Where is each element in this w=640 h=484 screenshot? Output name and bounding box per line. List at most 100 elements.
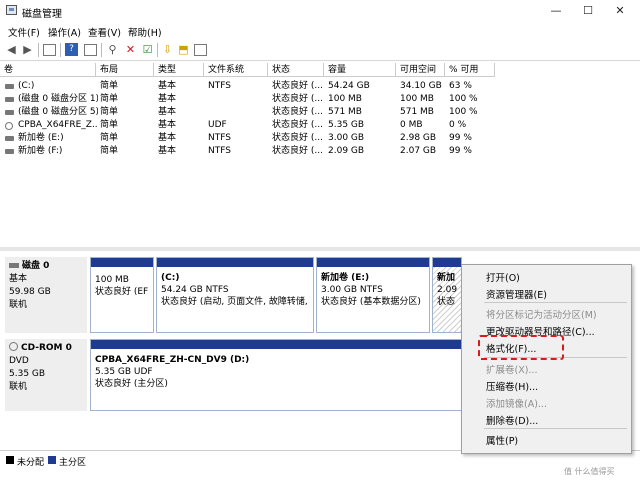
primary-partition-bar	[157, 258, 313, 267]
partition-size: 54.24 GB NTFS	[161, 285, 229, 295]
cell-capacity: 100 MB	[328, 94, 362, 104]
partition-title: 新加卷 (E:)	[321, 273, 370, 283]
volume-row[interactable]: 新加卷 (F:) 简单 基本 NTFS 状态良好 (... 2.09 GB 2.07 GB 9…	[0, 145, 640, 158]
context-menu-mark-active[interactable]: 将分区标记为活动分区(M)	[486, 307, 597, 321]
cell-volume: (C:)	[18, 81, 35, 91]
disk0-name: 磁盘 0	[22, 261, 50, 271]
disk0-partition-efi[interactable]: 100 MB 状态良好 (EFI	[90, 257, 154, 333]
cell-percent-free: 63 %	[449, 81, 472, 91]
view-icon[interactable]	[194, 44, 207, 56]
menu-file[interactable]: 文件(F)	[8, 25, 40, 39]
cell-status: 状态良好 (...	[272, 94, 323, 104]
menu-view[interactable]: 查看(V)	[88, 25, 121, 39]
cell-status: 状态良好 (...	[272, 107, 323, 117]
cell-layout: 简单	[100, 81, 119, 91]
cell-percent-free: 99 %	[449, 146, 472, 156]
toolbar: ◀ ▶ ? ⚲ ✕ ☑ ⇩ ⬒	[0, 40, 640, 61]
partition-title: CPBA_X64FRE_ZH-CN_DV9 (D:)	[95, 355, 250, 365]
context-menu-add-mirror[interactable]: 添加镜像(A)...	[486, 396, 547, 410]
partition-size: 2.09	[437, 285, 457, 295]
console-tree-icon[interactable]	[43, 44, 56, 56]
column-header-free-space[interactable]: 可用空间	[396, 63, 445, 77]
partition-status: 状态良好 (EFI	[95, 287, 149, 297]
cell-type: 基本	[158, 81, 177, 91]
column-header-percent-free[interactable]: % 可用	[445, 63, 495, 77]
column-header-type[interactable]: 类型	[154, 63, 204, 77]
check-icon[interactable]: ☑	[141, 43, 154, 56]
volume-row[interactable]: (C:) 简单 基本 NTFS 状态良好 (... 54.24 GB 34.10 GB 63 …	[0, 80, 640, 93]
cell-type: 基本	[158, 133, 177, 143]
cell-status: 状态良好 (...	[272, 120, 323, 130]
cell-layout: 简单	[100, 146, 119, 156]
cell-free-space: 0 MB	[400, 120, 423, 130]
open-icon[interactable]: ⬒	[177, 43, 190, 56]
forward-icon[interactable]: ▶	[21, 43, 34, 56]
delete-icon[interactable]: ✕	[124, 43, 137, 56]
menu-help[interactable]: 帮助(H)	[128, 25, 162, 39]
volume-row[interactable]: CPBA_X64FRE_Z... 简单 基本 UDF 状态良好 (... 5.35 GB 0…	[0, 119, 640, 132]
cdrom0-label[interactable]: CD-ROM 0 DVD 5.35 GB 联机	[5, 339, 87, 411]
cell-status: 状态良好 (...	[272, 133, 323, 143]
cell-percent-free: 0 %	[449, 120, 467, 130]
volume-row[interactable]: (磁盘 0 磁盘分区 5) 简单 基本 状态良好 (... 571 MB 571 MB 10…	[0, 106, 640, 119]
column-header-volume[interactable]: 卷	[0, 63, 96, 77]
cell-filesystem: UDF	[208, 120, 227, 130]
cell-volume: (磁盘 0 磁盘分区 1)	[18, 94, 98, 104]
cell-filesystem: NTFS	[208, 146, 231, 156]
disk0-label[interactable]: 磁盘 0 基本 59.98 GB 联机	[5, 257, 87, 333]
cell-type: 基本	[158, 94, 177, 104]
cell-volume: 新加卷 (E:)	[18, 133, 64, 143]
context-menu-properties[interactable]: 属性(P)	[486, 433, 518, 447]
menu-bar: 文件(F) 操作(A) 查看(V) 帮助(H)	[0, 22, 640, 40]
disk0-partition-e[interactable]: 新加卷 (E:) 3.00 GB NTFS 状态良好 (基本数据分区)	[316, 257, 430, 333]
cell-capacity: 2.09 GB	[328, 146, 365, 156]
cdrom0-partition-d[interactable]: CPBA_X64FRE_ZH-CN_DV9 (D:) 5.35 GB UDF 状…	[90, 339, 462, 411]
title-bar: 磁盘管理 — ☐ ✕	[0, 0, 640, 22]
help-icon[interactable]: ?	[65, 43, 78, 56]
cell-type: 基本	[158, 146, 177, 156]
toolbar-separator	[101, 43, 102, 57]
properties-icon[interactable]	[84, 44, 97, 56]
partition-title: (C:)	[161, 273, 180, 283]
connect-icon[interactable]: ⚲	[106, 43, 119, 56]
partition-status: 状态	[437, 297, 456, 307]
column-header-capacity[interactable]: 容量	[324, 63, 396, 77]
close-button[interactable]: ✕	[606, 2, 634, 20]
minimize-button[interactable]: —	[542, 2, 570, 20]
cell-capacity: 54.24 GB	[328, 81, 370, 91]
column-header-status[interactable]: 状态	[268, 63, 324, 77]
volume-row[interactable]: (磁盘 0 磁盘分区 1) 简单 基本 状态良好 (... 100 MB 100 MB 10…	[0, 93, 640, 106]
watermark: 值 什么值得买	[564, 467, 615, 476]
toolbar-separator	[60, 43, 61, 57]
context-menu-delete-volume[interactable]: 删除卷(D)...	[486, 413, 538, 427]
legend-swatch-primary	[48, 456, 56, 464]
cd-volume-icon	[5, 122, 13, 130]
cell-filesystem: NTFS	[208, 133, 231, 143]
cell-layout: 简单	[100, 94, 119, 104]
partition-status: 状态良好 (基本数据分区)	[321, 297, 421, 307]
disk0-partition-c[interactable]: (C:) 54.24 GB NTFS 状态良好 (启动, 页面文件, 故障转储,…	[156, 257, 314, 333]
context-menu-shrink-volume[interactable]: 压缩卷(H)...	[486, 379, 538, 393]
column-header-filesystem[interactable]: 文件系统	[204, 63, 268, 77]
back-icon[interactable]: ◀	[5, 43, 18, 56]
disk0-type: 基本	[9, 274, 28, 284]
column-header-layout[interactable]: 布局	[96, 63, 154, 77]
cell-free-space: 34.10 GB	[400, 81, 442, 91]
disk0-partition-f[interactable]: 新加 2.09 状态	[432, 257, 462, 333]
export-icon[interactable]: ⇩	[161, 43, 174, 56]
volume-row[interactable]: 新加卷 (E:) 简单 基本 NTFS 状态良好 (... 3.00 GB 2.98 GB 9…	[0, 132, 640, 145]
legend-unallocated: 未分配	[17, 458, 45, 468]
cdrom0-size: 5.35 GB	[9, 369, 46, 379]
format-highlight-box	[478, 335, 564, 360]
menu-action[interactable]: 操作(A)	[48, 25, 81, 39]
context-menu-open[interactable]: 打开(O)	[486, 270, 520, 284]
cell-free-space: 100 MB	[400, 94, 434, 104]
maximize-button[interactable]: ☐	[574, 2, 602, 20]
cell-capacity: 3.00 GB	[328, 133, 365, 143]
cell-volume: 新加卷 (F:)	[18, 146, 63, 156]
cell-free-space: 2.98 GB	[400, 133, 437, 143]
cell-capacity: 5.35 GB	[328, 120, 365, 130]
context-menu-extend-volume[interactable]: 扩展卷(X)...	[486, 362, 537, 376]
disk-volume-icon	[5, 136, 14, 141]
context-menu-explorer[interactable]: 资源管理器(E)	[486, 287, 547, 301]
